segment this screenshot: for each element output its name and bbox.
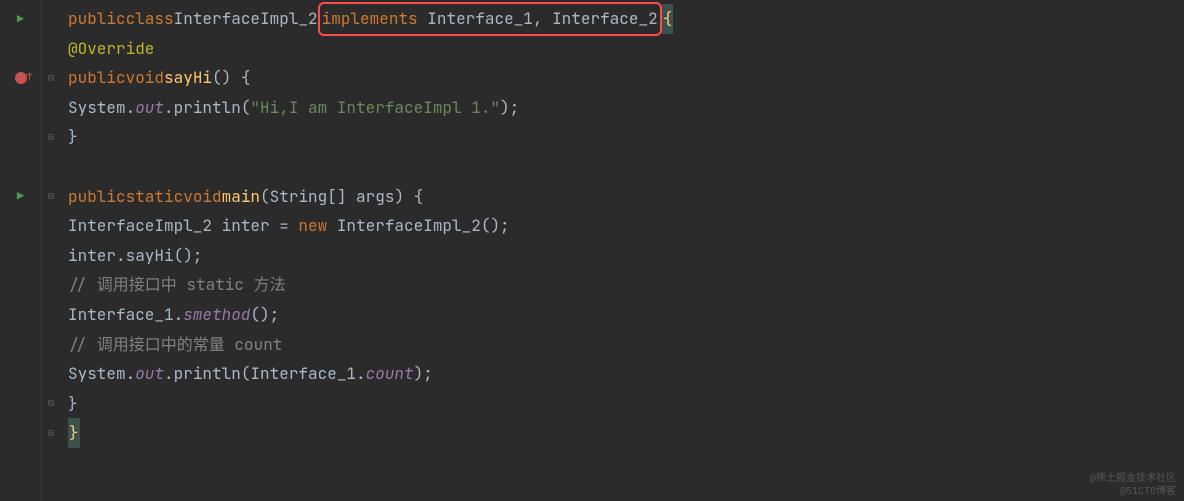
field-out: out	[135, 93, 164, 123]
brace-close: }	[68, 122, 78, 152]
method-main: main	[222, 182, 260, 212]
brace-open: {	[231, 63, 250, 93]
println-call: .println(Interface_1.	[164, 359, 366, 389]
type-ref: Interface_1.	[68, 300, 183, 330]
gutter-blank	[0, 152, 41, 182]
var-decl: inter =	[212, 211, 298, 241]
keyword-public: public	[68, 4, 126, 34]
keyword-implements: implements	[322, 8, 418, 29]
param-args: args	[346, 182, 394, 212]
keyword-void: void	[126, 63, 164, 93]
code-line[interactable]: System.out.println(Interface_1.count);	[68, 359, 1184, 389]
array-brackets: []	[327, 182, 346, 212]
watermark-line: @51CTO博客	[1090, 484, 1176, 497]
field-count: count	[366, 359, 414, 389]
keyword-class: class	[126, 4, 174, 34]
gutter-blank	[0, 93, 41, 123]
run-icon[interactable]: ▶	[0, 182, 41, 212]
code-line[interactable]: System.out.println("Hi,I am InterfaceImp…	[68, 93, 1184, 123]
fold-blank	[42, 300, 60, 330]
brace-open: {	[662, 4, 674, 34]
comment: // 调用接口中 static 方法	[68, 270, 286, 300]
brace-close: }	[68, 389, 78, 419]
code-line[interactable]: public static void main(String[] args) {	[68, 182, 1184, 212]
fold-end-icon[interactable]: ⊟	[42, 389, 60, 419]
fold-blank	[42, 270, 60, 300]
field-out: out	[135, 359, 164, 389]
close-paren: );	[414, 359, 433, 389]
code-area[interactable]: public class InterfaceImpl_2 implements …	[60, 0, 1184, 501]
code-line-blank[interactable]	[68, 152, 1184, 182]
keyword-public: public	[68, 63, 126, 93]
type-string: String	[270, 182, 328, 212]
fold-blank	[42, 152, 60, 182]
code-line[interactable]: }	[68, 389, 1184, 419]
close-paren: );	[500, 93, 519, 123]
fold-blank	[42, 241, 60, 271]
keyword-new: new	[298, 211, 327, 241]
fold-blank	[42, 359, 60, 389]
keyword-public: public	[68, 182, 126, 212]
fold-blank	[42, 211, 60, 241]
fold-end-icon[interactable]: ⊟	[42, 418, 60, 448]
code-line[interactable]: Interface_1.smethod();	[68, 300, 1184, 330]
watermark: @稀土掘金技术社区 @51CTO博客	[1090, 471, 1176, 497]
type-name: InterfaceImpl_2	[327, 211, 481, 241]
println-call: .println(	[164, 93, 250, 123]
string-literal: "Hi,I am InterfaceImpl 1."	[250, 93, 500, 123]
watermark-line: @稀土掘金技术社区	[1090, 471, 1176, 484]
fold-blank	[42, 93, 60, 123]
interface-name: Interface_1	[427, 8, 533, 29]
fold-start-icon[interactable]: ⊟	[42, 63, 60, 93]
gutter-blank	[0, 122, 41, 152]
static-method: smethod	[183, 300, 250, 330]
system-call: System.	[68, 359, 135, 389]
code-line[interactable]: public class InterfaceImpl_2 implements …	[68, 4, 1184, 34]
code-line[interactable]: // 调用接口中 static 方法	[68, 270, 1184, 300]
comment: // 调用接口中的常量 count	[68, 330, 282, 360]
open-paren: (	[260, 182, 270, 212]
override-marker-icon[interactable]	[0, 63, 41, 93]
parens: ();	[481, 211, 510, 241]
method-name: sayHi	[164, 63, 212, 93]
code-line[interactable]: public void sayHi() {	[68, 63, 1184, 93]
brace-close-matched: }	[68, 418, 80, 448]
gutter: ▶ ▶	[0, 0, 42, 501]
fold-blank	[42, 4, 60, 34]
fold-blank	[42, 34, 60, 64]
parens: ();	[250, 300, 279, 330]
run-icon[interactable]: ▶	[0, 4, 41, 34]
keyword-static: static	[126, 182, 184, 212]
method-call: inter.sayHi();	[68, 241, 202, 271]
code-line[interactable]: // 调用接口中的常量 count	[68, 330, 1184, 360]
comma: ,	[533, 8, 552, 29]
fold-blank	[42, 330, 60, 360]
fold-gutter: ⊟ ⊟ ⊟ ⊟ ⊟	[42, 0, 60, 501]
code-line[interactable]: }	[68, 122, 1184, 152]
annotation-override: @Override	[68, 34, 154, 64]
keyword-void: void	[183, 182, 221, 212]
code-line[interactable]: InterfaceImpl_2 inter = new InterfaceImp…	[68, 211, 1184, 241]
parens: ()	[212, 63, 231, 93]
code-line[interactable]: @Override	[68, 34, 1184, 64]
fold-start-icon[interactable]: ⊟	[42, 182, 60, 212]
highlight-implements: implements Interface_1, Interface_2	[318, 2, 662, 36]
fold-end-icon[interactable]: ⊟	[42, 122, 60, 152]
code-line[interactable]: }	[68, 418, 1184, 448]
type-name: InterfaceImpl_2	[68, 211, 212, 241]
system-call: System.	[68, 93, 135, 123]
code-line[interactable]: inter.sayHi();	[68, 241, 1184, 271]
class-name: InterfaceImpl_2	[174, 4, 318, 34]
editor-container: ▶ ▶ ⊟ ⊟ ⊟ ⊟ ⊟ public class InterfaceImpl…	[0, 0, 1184, 501]
interface-name: Interface_2	[552, 8, 658, 29]
gutter-blank	[0, 34, 41, 64]
brace-open: {	[404, 182, 423, 212]
close-paren: )	[394, 182, 404, 212]
